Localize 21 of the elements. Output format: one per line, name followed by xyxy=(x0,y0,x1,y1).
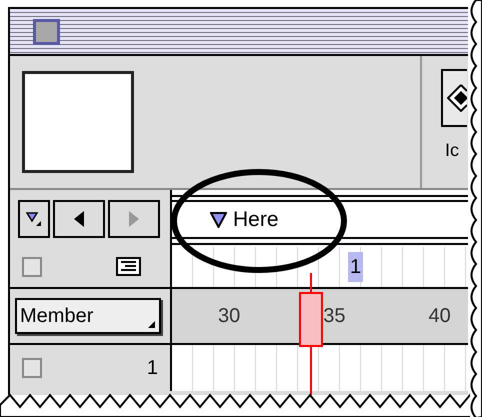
ruler-label: 35 xyxy=(323,304,346,329)
close-box[interactable] xyxy=(33,18,60,44)
checkbox[interactable] xyxy=(22,358,42,378)
toolbar-button[interactable] xyxy=(441,69,467,127)
frame-marker[interactable]: 1 xyxy=(348,252,364,282)
script-icon xyxy=(116,257,142,277)
marker-triangle-icon xyxy=(210,212,227,228)
channel-number: 1 xyxy=(146,356,158,381)
right-arrow-icon xyxy=(128,210,140,226)
left-arrow-icon xyxy=(73,210,85,226)
corner-triangle-icon xyxy=(148,321,155,328)
ruler-label: 30 xyxy=(218,304,240,329)
display-dropdown[interactable]: Member xyxy=(15,298,161,334)
button-label: Ic xyxy=(445,141,460,159)
ruler-label: 40 xyxy=(428,304,451,329)
marker[interactable]: Here xyxy=(210,209,279,230)
marker-channel[interactable]: Here xyxy=(172,190,468,247)
triangle-icon xyxy=(26,210,42,226)
marker-menu-button[interactable] xyxy=(18,200,50,238)
checkbox[interactable] xyxy=(22,257,42,277)
previous-marker-button[interactable] xyxy=(53,200,105,238)
